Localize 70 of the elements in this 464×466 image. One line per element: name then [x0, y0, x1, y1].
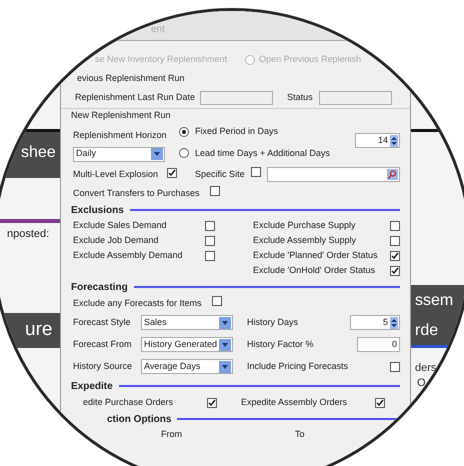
radio-button[interactable]: [179, 126, 189, 137]
checkbox[interactable]: [390, 251, 400, 261]
field-label: New Replenishment Run: [71, 109, 171, 122]
checkbox[interactable]: [205, 251, 215, 261]
field-label: Exclude Assembly Supply: [253, 234, 356, 248]
number-field[interactable]: 5: [350, 315, 400, 330]
checkbox[interactable]: [390, 266, 400, 276]
number-field[interactable]: 14: [355, 133, 400, 148]
checkbox[interactable]: [390, 236, 400, 246]
radio-button[interactable]: [245, 55, 256, 65]
date-field[interactable]: [200, 90, 274, 104]
radio-label[interactable]: Lead time Days + Additional Days: [195, 146, 330, 160]
section-heading: Exclusions: [71, 204, 124, 218]
field-label: Forecast Style: [73, 316, 132, 329]
field-label: Status: [287, 90, 313, 104]
field-label: Exclude Job Demand: [73, 234, 160, 248]
checkbox[interactable]: [390, 362, 400, 372]
number-field[interactable]: 0: [357, 337, 400, 352]
field-label: To: [295, 428, 305, 440]
section-heading: Expedite: [71, 380, 113, 394]
field-label: Exclude Sales Demand: [73, 219, 168, 232]
field-label: History Factor %: [247, 338, 314, 351]
field-label: Exclude 'Planned' Order Status: [253, 249, 378, 262]
field-label: Replenishment Last Run Date: [75, 90, 196, 104]
dropdown[interactable]: History Generated: [141, 337, 233, 352]
checkbox[interactable]: [212, 296, 222, 306]
field-label: Specific Site: [195, 168, 245, 181]
background-text: O: [417, 378, 426, 389]
checkbox[interactable]: [207, 398, 217, 408]
field-label: Multi-Level Explosion: [73, 168, 158, 181]
dropdown[interactable]: Daily: [73, 146, 165, 162]
search-icon[interactable]: [387, 169, 398, 180]
dropdown[interactable]: Sales: [141, 315, 233, 330]
radio-label[interactable]: Fixed Period in Days: [195, 125, 278, 138]
field-label: From: [161, 428, 183, 440]
field-label: Include Pricing Forecasts: [247, 360, 348, 373]
dropdown[interactable]: Average Days: [141, 359, 233, 374]
section-heading: Forecasting: [71, 280, 128, 294]
site-field[interactable]: [266, 167, 400, 182]
field-label: Expedite Assembly Orders: [241, 396, 348, 409]
field-label: Exclude Purchase Supply: [253, 219, 356, 232]
field-label: evious Replenishment Run: [77, 72, 185, 86]
checkbox[interactable]: [390, 221, 400, 231]
checkbox[interactable]: [205, 221, 215, 231]
checkbox[interactable]: [210, 186, 220, 196]
field-label: Convert Transfers to Purchases: [73, 186, 200, 200]
spinner-arrows-icon[interactable]: [390, 134, 398, 146]
field-label: Forecast From: [73, 338, 133, 351]
field-label: Exclude 'OnHold' Order Status: [253, 264, 375, 278]
field-label: Exclude Assembly Demand: [73, 249, 184, 262]
section-heading: ction Options: [107, 412, 172, 426]
field-label: Exclude any Forecasts for Items: [73, 296, 202, 310]
checkbox[interactable]: [250, 167, 261, 178]
background-text: shee: [21, 145, 56, 161]
checkbox[interactable]: [205, 236, 215, 246]
field-label: Replenishment Horizon: [73, 129, 168, 142]
background-text: ure: [25, 320, 52, 339]
background-text: nposted:: [7, 229, 50, 240]
field-label: History Days: [247, 316, 298, 329]
checkbox[interactable]: [167, 168, 178, 178]
background-text: ssem: [415, 293, 454, 309]
radio-button[interactable]: [179, 148, 189, 158]
field-label: History Source: [73, 360, 134, 373]
window-title: ent: [151, 23, 165, 37]
background-text: ders: [415, 363, 436, 374]
status-field[interactable]: [318, 90, 392, 104]
checkbox[interactable]: [375, 398, 385, 408]
background-text: rde: [415, 323, 438, 339]
spinner-arrows-icon[interactable]: [390, 316, 398, 328]
field-label: edite Purchase Orders: [83, 396, 174, 409]
